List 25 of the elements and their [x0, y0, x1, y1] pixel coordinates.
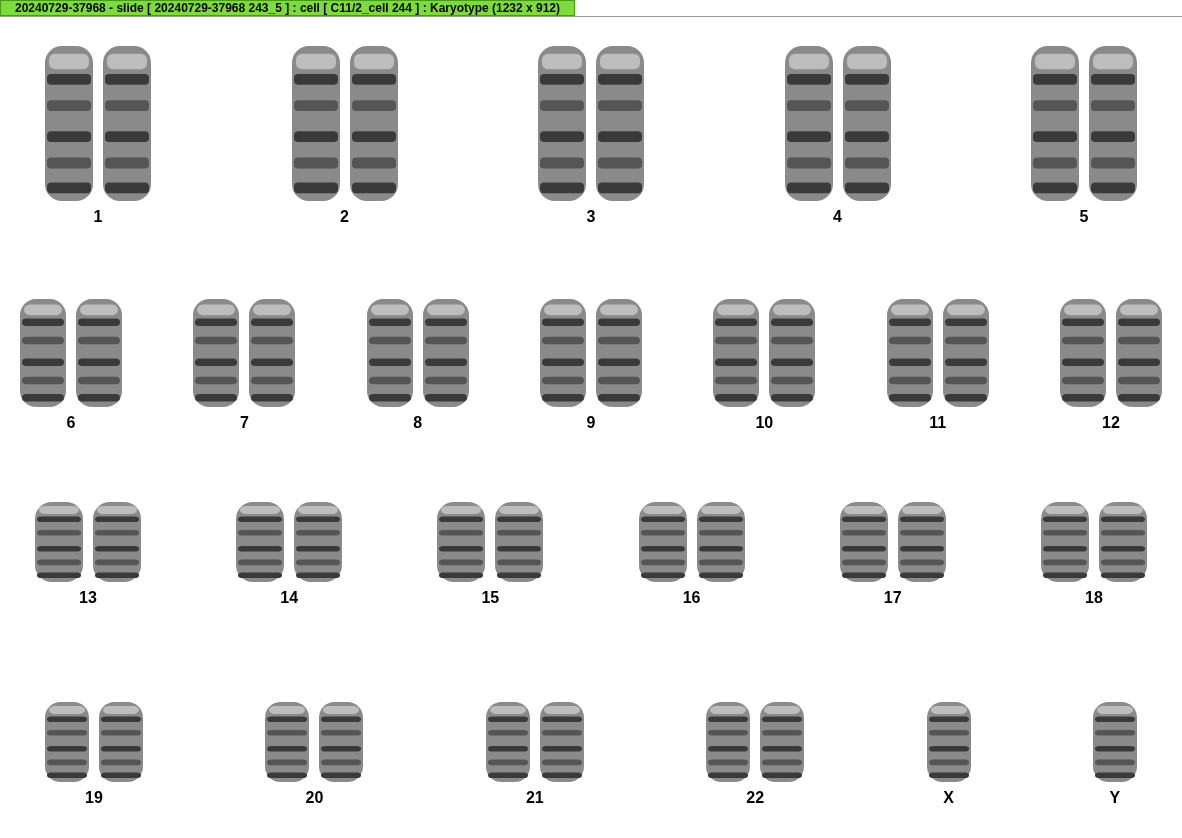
chromosome-label: 14: [280, 590, 299, 606]
chromosome-label: 19: [85, 790, 103, 806]
chromosome-label: 8: [413, 415, 423, 431]
chromosome-label: 13: [79, 590, 97, 606]
chromosome-label: 18: [1085, 590, 1103, 606]
chromosome-label: 5: [1079, 209, 1089, 225]
chromosome-label: 22: [746, 790, 765, 806]
chromosome-label: 20: [305, 790, 324, 806]
chromosome-label: 7: [239, 415, 249, 431]
chromosome-label: 4: [833, 209, 842, 225]
chromosome-label: 2: [340, 209, 349, 225]
chromosome-label: 11: [929, 415, 947, 431]
chromosome-label: 21: [525, 790, 544, 806]
chromosome-label: 16: [682, 590, 701, 606]
window-title: 20240729-37968 - slide [ 20240729-37968 243_5 ] : cell [ C11/2_cell 244 ] : Karyotype (1232 x 912): [0, 0, 576, 16]
chromosome-label: 1: [93, 209, 103, 225]
chromosome-label: 17: [883, 590, 902, 606]
chromosome-label: 9: [586, 415, 596, 431]
chromosome-label: 12: [1102, 415, 1120, 431]
chromosome-label: 3: [586, 209, 596, 225]
chromosome-label: 10: [755, 415, 774, 431]
chromosome-label: 15: [481, 590, 500, 606]
chromosome-label: Y: [1109, 790, 1121, 806]
chromosome-label: 6: [66, 415, 76, 431]
chromosome-label: X: [943, 790, 954, 806]
